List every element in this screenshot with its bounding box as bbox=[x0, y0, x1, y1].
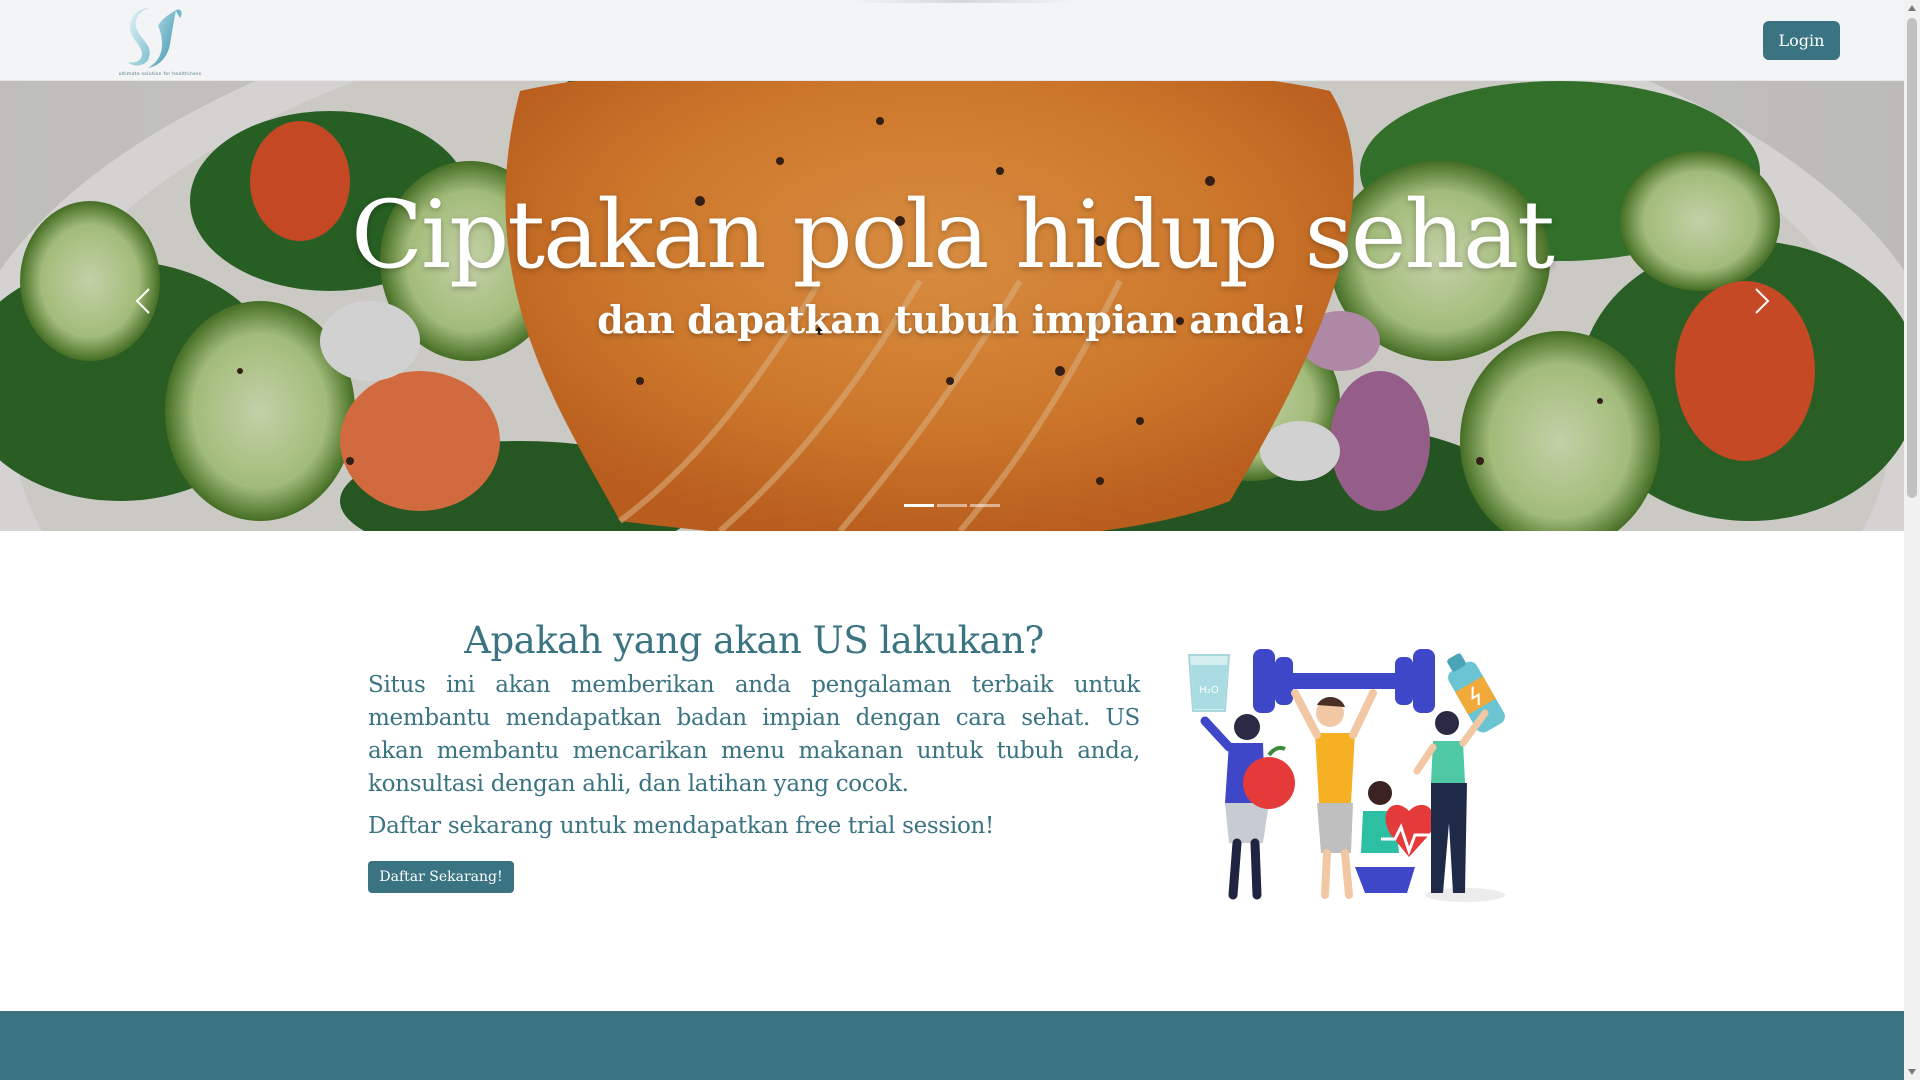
about-section: Apakah yang akan US lakukan? Situs ini a… bbox=[0, 531, 1904, 1011]
page: ultimate solution for healthiness Login bbox=[0, 0, 1904, 1080]
hero-subtitle: dan dapatkan tubuh impian anda! bbox=[597, 297, 1307, 342]
footer-band bbox=[0, 1011, 1904, 1080]
brand-logo[interactable]: ultimate solution for healthiness bbox=[110, 4, 210, 80]
navbar-top-shadow bbox=[850, 0, 1075, 3]
carousel-indicator-2[interactable] bbox=[937, 504, 967, 507]
healthy-people-illustration: H₂O bbox=[1187, 649, 1505, 902]
logo-mark-icon bbox=[128, 8, 182, 68]
hero-title: Ciptakan pola hidup sehat bbox=[351, 181, 1555, 290]
carousel-indicator-1[interactable] bbox=[904, 504, 934, 507]
chevron-right-icon bbox=[1755, 288, 1770, 314]
about-description: Situs ini akan memberikan anda pengalama… bbox=[368, 672, 1140, 797]
vertical-scrollbar[interactable] bbox=[1904, 0, 1920, 1080]
carousel-indicator-3[interactable] bbox=[970, 504, 1000, 507]
about-title: Apakah yang akan US lakukan? bbox=[464, 619, 1044, 662]
navbar: ultimate solution for healthiness Login bbox=[0, 0, 1904, 81]
logo-tagline: ultimate solution for healthiness bbox=[118, 72, 202, 77]
login-button[interactable]: Login bbox=[1763, 21, 1840, 60]
carousel-indicators bbox=[0, 504, 1904, 510]
chevron-left-icon bbox=[135, 288, 150, 314]
carousel-next-button[interactable] bbox=[1742, 281, 1782, 321]
carousel-prev-button[interactable] bbox=[123, 281, 163, 321]
about-cta-text: Daftar sekarang untuk mendapatkan free t… bbox=[368, 813, 994, 839]
scroll-up-arrow-icon[interactable] bbox=[1904, 0, 1920, 16]
hero-carousel: Ciptakan pola hidup sehat dan dapatkan t… bbox=[0, 81, 1904, 531]
scrollbar-thumb[interactable] bbox=[1907, 18, 1917, 498]
water-label: H₂O bbox=[1199, 685, 1219, 696]
scroll-down-arrow-icon[interactable] bbox=[1904, 1064, 1920, 1080]
signup-button[interactable]: Daftar Sekarang! bbox=[368, 861, 514, 893]
